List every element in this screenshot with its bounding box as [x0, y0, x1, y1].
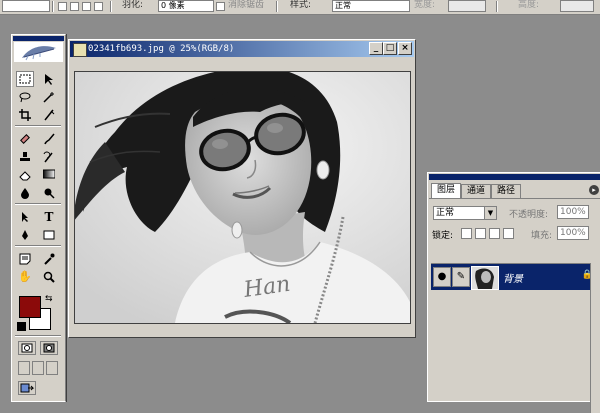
- magic-wand-icon[interactable]: [40, 89, 58, 105]
- blur-icon[interactable]: [16, 185, 34, 201]
- selection-mode-new[interactable]: [58, 2, 67, 11]
- quick-mask-mode-button[interactable]: [40, 341, 58, 355]
- width-label: 宽度:: [414, 0, 436, 10]
- opacity-label: 不透明度:: [509, 210, 549, 220]
- width-input[interactable]: [448, 0, 486, 12]
- fill-input[interactable]: 100%: [557, 226, 589, 240]
- default-colors-icon[interactable]: [17, 322, 26, 331]
- document-window: 02341fb693.jpg @ 25%(RGB/8) _ □ × Han: [68, 39, 416, 338]
- healing-brush-icon[interactable]: [16, 131, 34, 147]
- minimize-button[interactable]: _: [369, 42, 383, 55]
- toolbox-titlebar[interactable]: [13, 36, 64, 41]
- chevron-down-icon: ▼: [484, 207, 496, 219]
- document-titlebar[interactable]: 02341fb693.jpg @ 25%(RGB/8): [70, 41, 414, 57]
- tab-layers[interactable]: 图层: [431, 183, 461, 198]
- layers-panel-titlebar[interactable]: [429, 174, 600, 180]
- selection-mode-subtract[interactable]: [82, 2, 91, 11]
- eraser-icon[interactable]: [16, 167, 34, 183]
- tab-paths[interactable]: 路径: [491, 184, 521, 198]
- history-brush-icon[interactable]: [40, 149, 58, 165]
- height-label: 高度:: [518, 0, 540, 10]
- slice-icon[interactable]: [40, 107, 58, 123]
- crop-icon[interactable]: [16, 107, 34, 123]
- blend-mode-value: 正常: [436, 208, 455, 218]
- opacity-input[interactable]: 100%: [557, 205, 589, 219]
- layers-panel-body: 正常 ▼ 不透明度: 100% 锁定: 填充: 100% ● ✎ 背景 🔒: [429, 198, 600, 413]
- selection-mode-add[interactable]: [70, 2, 79, 11]
- zoom-icon[interactable]: [40, 269, 58, 285]
- style-label: 样式:: [290, 0, 312, 10]
- jump-to-imageready-button[interactable]: [18, 381, 36, 395]
- tool-preset-picker[interactable]: [2, 0, 50, 12]
- selection-mode-intersect[interactable]: [94, 2, 103, 11]
- gradient-icon[interactable]: [40, 167, 58, 183]
- visibility-eye-icon[interactable]: ●: [433, 267, 451, 287]
- move-icon[interactable]: [40, 71, 58, 87]
- image-canvas[interactable]: Han: [74, 71, 411, 324]
- fill-label: 填充:: [531, 231, 553, 241]
- layers-scrollbar[interactable]: [590, 263, 600, 413]
- layer-brush-icon[interactable]: ✎: [452, 267, 470, 287]
- lock-all-icon[interactable]: [503, 228, 514, 239]
- blend-mode-select[interactable]: 正常 ▼: [433, 206, 497, 220]
- tab-channels[interactable]: 通道: [461, 184, 491, 198]
- lock-label: 锁定:: [432, 231, 454, 241]
- path-select-icon[interactable]: [16, 209, 34, 225]
- screen-mode-full-menu-button[interactable]: [32, 361, 44, 375]
- clone-stamp-icon[interactable]: [16, 149, 34, 165]
- feather-input[interactable]: 0 像素: [158, 0, 214, 12]
- options-bar: 羽化: 0 像素 消除锯齿 样式: 正常 宽度: 高度:: [0, 0, 600, 15]
- antialias-label: 消除锯齿: [228, 0, 265, 10]
- panel-menu-icon[interactable]: ▸: [589, 185, 599, 195]
- style-select[interactable]: 正常: [332, 0, 410, 12]
- toolbox: T ✋ ⇆: [11, 34, 66, 402]
- foreground-color-swatch[interactable]: [19, 296, 41, 318]
- marquee-icon[interactable]: [16, 71, 34, 87]
- hand-icon[interactable]: ✋: [16, 269, 34, 285]
- eyedropper-icon[interactable]: [40, 251, 58, 267]
- pen-icon[interactable]: [16, 227, 34, 243]
- grayscale-portrait-photo: Han: [75, 72, 410, 323]
- close-button[interactable]: ×: [398, 42, 412, 55]
- type-icon[interactable]: T: [40, 209, 58, 225]
- swap-colors-icon[interactable]: ⇆: [45, 294, 53, 304]
- feather-label: 羽化:: [122, 0, 144, 10]
- layers-panel: 图层 通道 路径 ▸ 正常 ▼ 不透明度: 100% 锁定: 填充: 100% …: [427, 172, 600, 413]
- lasso-icon[interactable]: [16, 89, 34, 105]
- antialias-checkbox[interactable]: [216, 2, 225, 11]
- layer-thumbnail: [471, 266, 499, 290]
- lock-position-icon[interactable]: [489, 228, 500, 239]
- notes-icon[interactable]: [16, 251, 34, 267]
- layer-name[interactable]: 背景: [503, 270, 523, 285]
- lock-transparency-icon[interactable]: [461, 228, 472, 239]
- adobe-feather-logo[interactable]: [14, 42, 63, 62]
- shape-icon[interactable]: [40, 227, 58, 243]
- document-icon: [73, 43, 87, 57]
- dodge-icon[interactable]: [40, 185, 58, 201]
- height-input[interactable]: [560, 0, 594, 12]
- standard-mode-button[interactable]: [18, 341, 36, 355]
- screen-mode-full-button[interactable]: [46, 361, 58, 375]
- screen-mode-standard-button[interactable]: [18, 361, 30, 375]
- document-title: 02341fb693.jpg @ 25%(RGB/8): [88, 44, 235, 54]
- brush-icon[interactable]: [40, 131, 58, 147]
- layer-row-background[interactable]: ● ✎ 背景 🔒: [431, 263, 600, 290]
- lock-image-icon[interactable]: [475, 228, 486, 239]
- maximize-button[interactable]: □: [383, 42, 397, 55]
